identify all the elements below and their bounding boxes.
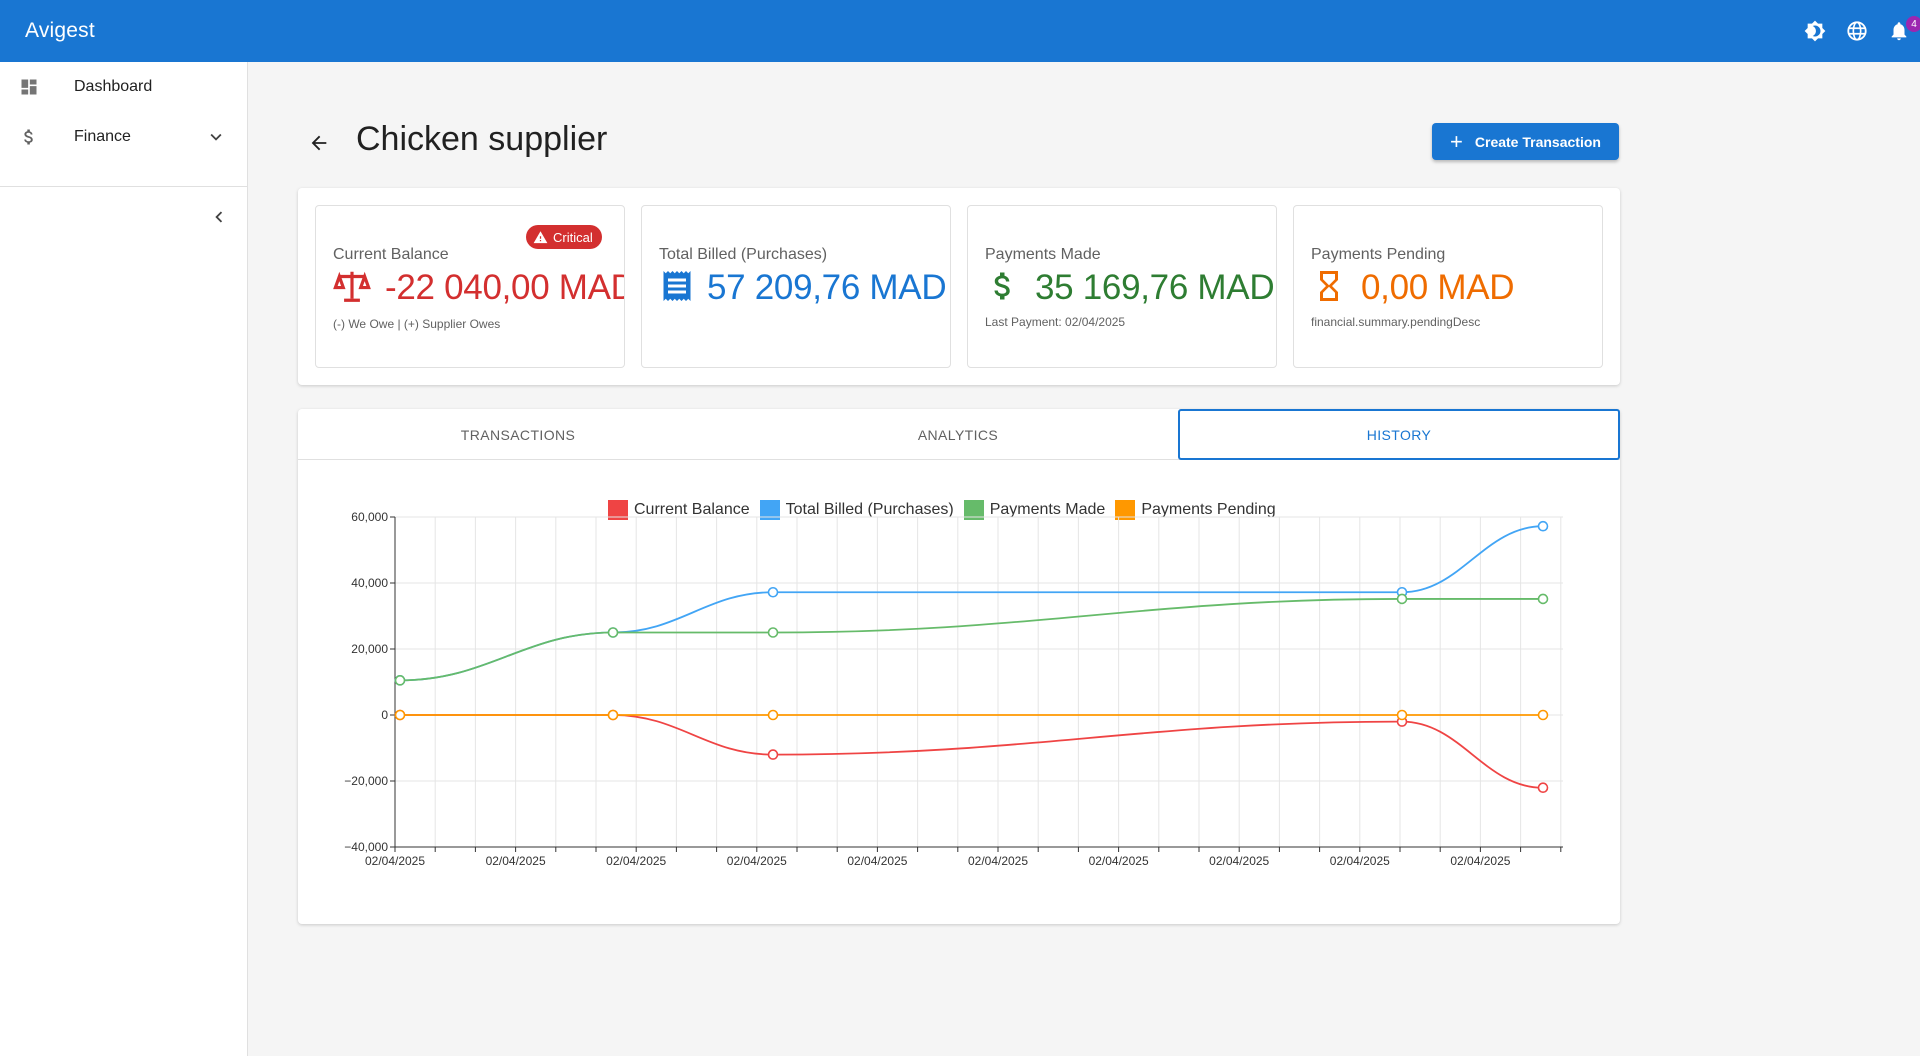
plus-icon: +	[1450, 128, 1463, 154]
data-point	[394, 709, 406, 721]
page-title: Chicken supplier	[356, 120, 608, 158]
sidebar: Dashboard Finance	[0, 62, 248, 1056]
card-title: Total Billed (Purchases)	[659, 246, 828, 263]
data-point	[394, 675, 406, 686]
history-panel: TRANSACTIONS ANALYTICS HISTORY Current B…	[298, 409, 1620, 924]
y-tick-label: 60,000	[351, 510, 388, 524]
back-arrow-icon[interactable]	[302, 126, 336, 160]
sidebar-item-finance[interactable]: Finance	[0, 112, 247, 162]
status-badge: Critical	[526, 225, 602, 249]
app-title[interactable]: Avigest	[25, 19, 95, 43]
x-tick-label: 02/04/2025	[606, 854, 666, 868]
chevron-down-icon[interactable]	[205, 126, 227, 153]
data-point	[767, 709, 779, 721]
y-tick-label: 40,000	[351, 576, 388, 590]
create-transaction-button[interactable]: + Create Transaction	[1432, 123, 1619, 160]
series-line	[399, 525, 1544, 682]
total-billed-card: Total Billed (Purchases) 57 209,76 MAD	[641, 205, 951, 368]
payments-pending-value: 0,00 MAD	[1361, 268, 1515, 307]
y-tick-label: −40,000	[344, 840, 388, 854]
payments-pending-card: Payments Pending 0,00 MAD financial.summ…	[1293, 205, 1603, 368]
card-value-row: 57 209,76 MAD	[659, 263, 947, 313]
sidebar-item-dashboard[interactable]: Dashboard	[0, 62, 247, 112]
current-balance-value: -22 040,00 MAD	[385, 268, 625, 307]
y-tick-label: 20,000	[351, 642, 388, 656]
x-tick-label: 02/04/2025	[847, 854, 907, 868]
payments-made-card: Payments Made 35 169,76 MAD Last Payment…	[967, 205, 1277, 368]
card-note: (-) We Owe | (+) Supplier Owes	[333, 317, 501, 331]
card-value-row: 35 169,76 MAD	[985, 263, 1275, 313]
series-line	[400, 714, 1544, 789]
series-line	[399, 598, 1543, 682]
data-point	[1396, 709, 1408, 721]
receipt-icon	[659, 268, 695, 309]
chevron-left-icon[interactable]	[204, 202, 234, 232]
card-title: Current Balance	[333, 246, 449, 263]
hourglass-icon	[1311, 268, 1347, 309]
financial-summary: Current Balance Critical -22 040,00 MAD …	[298, 188, 1620, 385]
data-point	[1537, 520, 1549, 532]
data-point	[1537, 709, 1549, 721]
x-tick-label: 02/04/2025	[968, 854, 1028, 868]
app-bar-actions: 4	[1794, 0, 1920, 62]
data-point	[1396, 593, 1408, 605]
balance-scale-icon	[333, 267, 371, 310]
total-billed-value: 57 209,76 MAD	[707, 268, 947, 307]
data-point	[607, 709, 619, 721]
language-icon[interactable]	[1836, 10, 1878, 52]
x-tick-label: 02/04/2025	[1089, 854, 1149, 868]
app-bar: Avigest 4	[0, 0, 1920, 62]
notifications-icon[interactable]: 4	[1878, 10, 1920, 52]
brightness-icon[interactable]	[1794, 10, 1836, 52]
data-point	[767, 586, 779, 598]
data-point	[767, 627, 779, 638]
sidebar-item-label: Dashboard	[74, 78, 153, 95]
y-tick-label: 0	[381, 708, 388, 722]
x-tick-label: 02/04/2025	[1209, 854, 1269, 868]
current-balance-card: Current Balance Critical -22 040,00 MAD …	[315, 205, 625, 368]
card-note: Last Payment: 02/04/2025	[985, 315, 1126, 329]
x-tick-label: 02/04/2025	[1450, 854, 1510, 868]
x-tick-label: 02/04/2025	[1330, 854, 1390, 868]
card-value-row: -22 040,00 MAD	[333, 263, 625, 313]
x-tick-label: 02/04/2025	[486, 854, 546, 868]
notification-badge: 4	[1906, 16, 1920, 32]
data-point	[607, 627, 619, 638]
history-line-chart: −40,000 −20,000 0 20,000 40,000 60,000 02/04/2…	[344, 510, 1563, 868]
payments-made-value: 35 169,76 MAD	[1035, 268, 1275, 307]
dollar-icon	[18, 126, 40, 148]
card-title: Payments Pending	[1311, 246, 1446, 263]
x-tick-label: 02/04/2025	[365, 854, 425, 868]
data-point	[767, 749, 779, 760]
data-point	[1537, 782, 1549, 794]
create-transaction-label: Create Transaction	[1474, 133, 1601, 150]
warning-icon	[533, 230, 548, 243]
x-tick-label: 02/04/2025	[727, 854, 787, 868]
y-tick-label: −20,000	[344, 774, 388, 788]
dashboard-icon	[18, 76, 40, 98]
card-value-row: 0,00 MAD	[1311, 263, 1515, 313]
card-title: Payments Made	[985, 246, 1101, 263]
sidebar-divider	[0, 186, 248, 187]
status-badge-label: Critical	[553, 229, 593, 245]
card-note: financial.summary.pendingDesc	[1311, 315, 1481, 329]
dollar-icon	[985, 268, 1021, 309]
sidebar-item-label: Finance	[74, 128, 131, 145]
data-point	[1537, 593, 1549, 605]
